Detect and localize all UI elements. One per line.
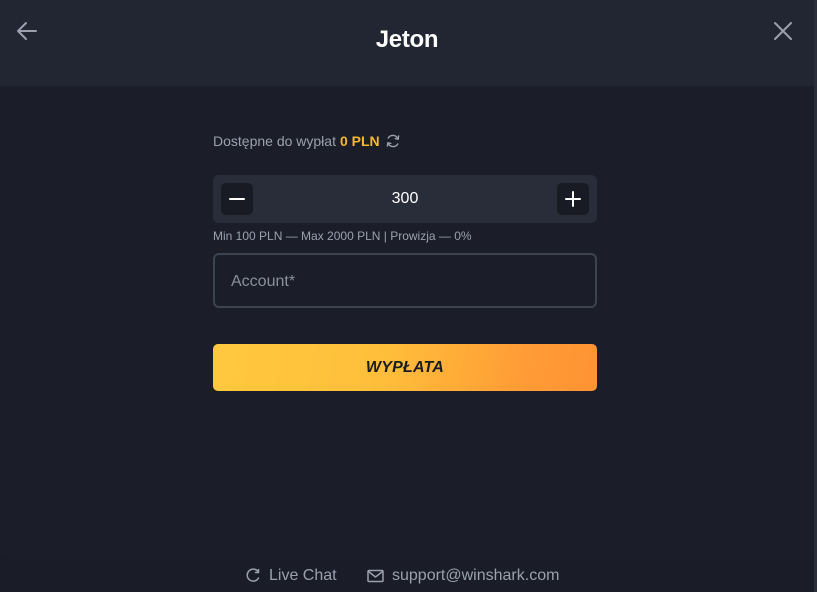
decrease-button[interactable] [221, 183, 253, 215]
amount-stepper: 300 [213, 175, 597, 223]
account-field [213, 253, 597, 308]
minus-icon [229, 198, 245, 200]
withdraw-modal: Jeton Dostępne do wypłat 0 PLN 300 Min 1… [0, 0, 814, 559]
increase-button[interactable] [557, 183, 589, 215]
modal-header: Jeton [0, 0, 814, 86]
withdraw-form: Dostępne do wypłat 0 PLN 300 Min 100 PLN… [213, 130, 597, 391]
amount-value[interactable]: 300 [261, 175, 549, 223]
withdraw-button[interactable]: WYPŁATA [213, 344, 597, 391]
refresh-icon[interactable] [385, 133, 401, 149]
live-chat-link[interactable]: Live Chat [245, 567, 337, 585]
live-chat-label: Live Chat [269, 567, 337, 584]
support-email: support@winshark.com [392, 567, 560, 584]
chat-icon [246, 568, 260, 582]
close-icon [774, 22, 792, 40]
close-button[interactable] [770, 18, 796, 44]
mail-icon [367, 569, 384, 583]
available-amount: 0 PLN [339, 133, 380, 149]
account-input[interactable] [229, 255, 583, 308]
footer: Live Chat support@winshark.com [0, 559, 814, 592]
limits-text: Min 100 PLN — Max 2000 PLN | Prowizja — … [213, 229, 472, 243]
support-email-link[interactable]: support@winshark.com [367, 567, 559, 585]
plus-icon [565, 191, 581, 207]
available-label: Dostępne do wypłat [213, 133, 336, 149]
available-balance: Dostępne do wypłat 0 PLN [213, 130, 597, 152]
page-title: Jeton [375, 26, 439, 53]
